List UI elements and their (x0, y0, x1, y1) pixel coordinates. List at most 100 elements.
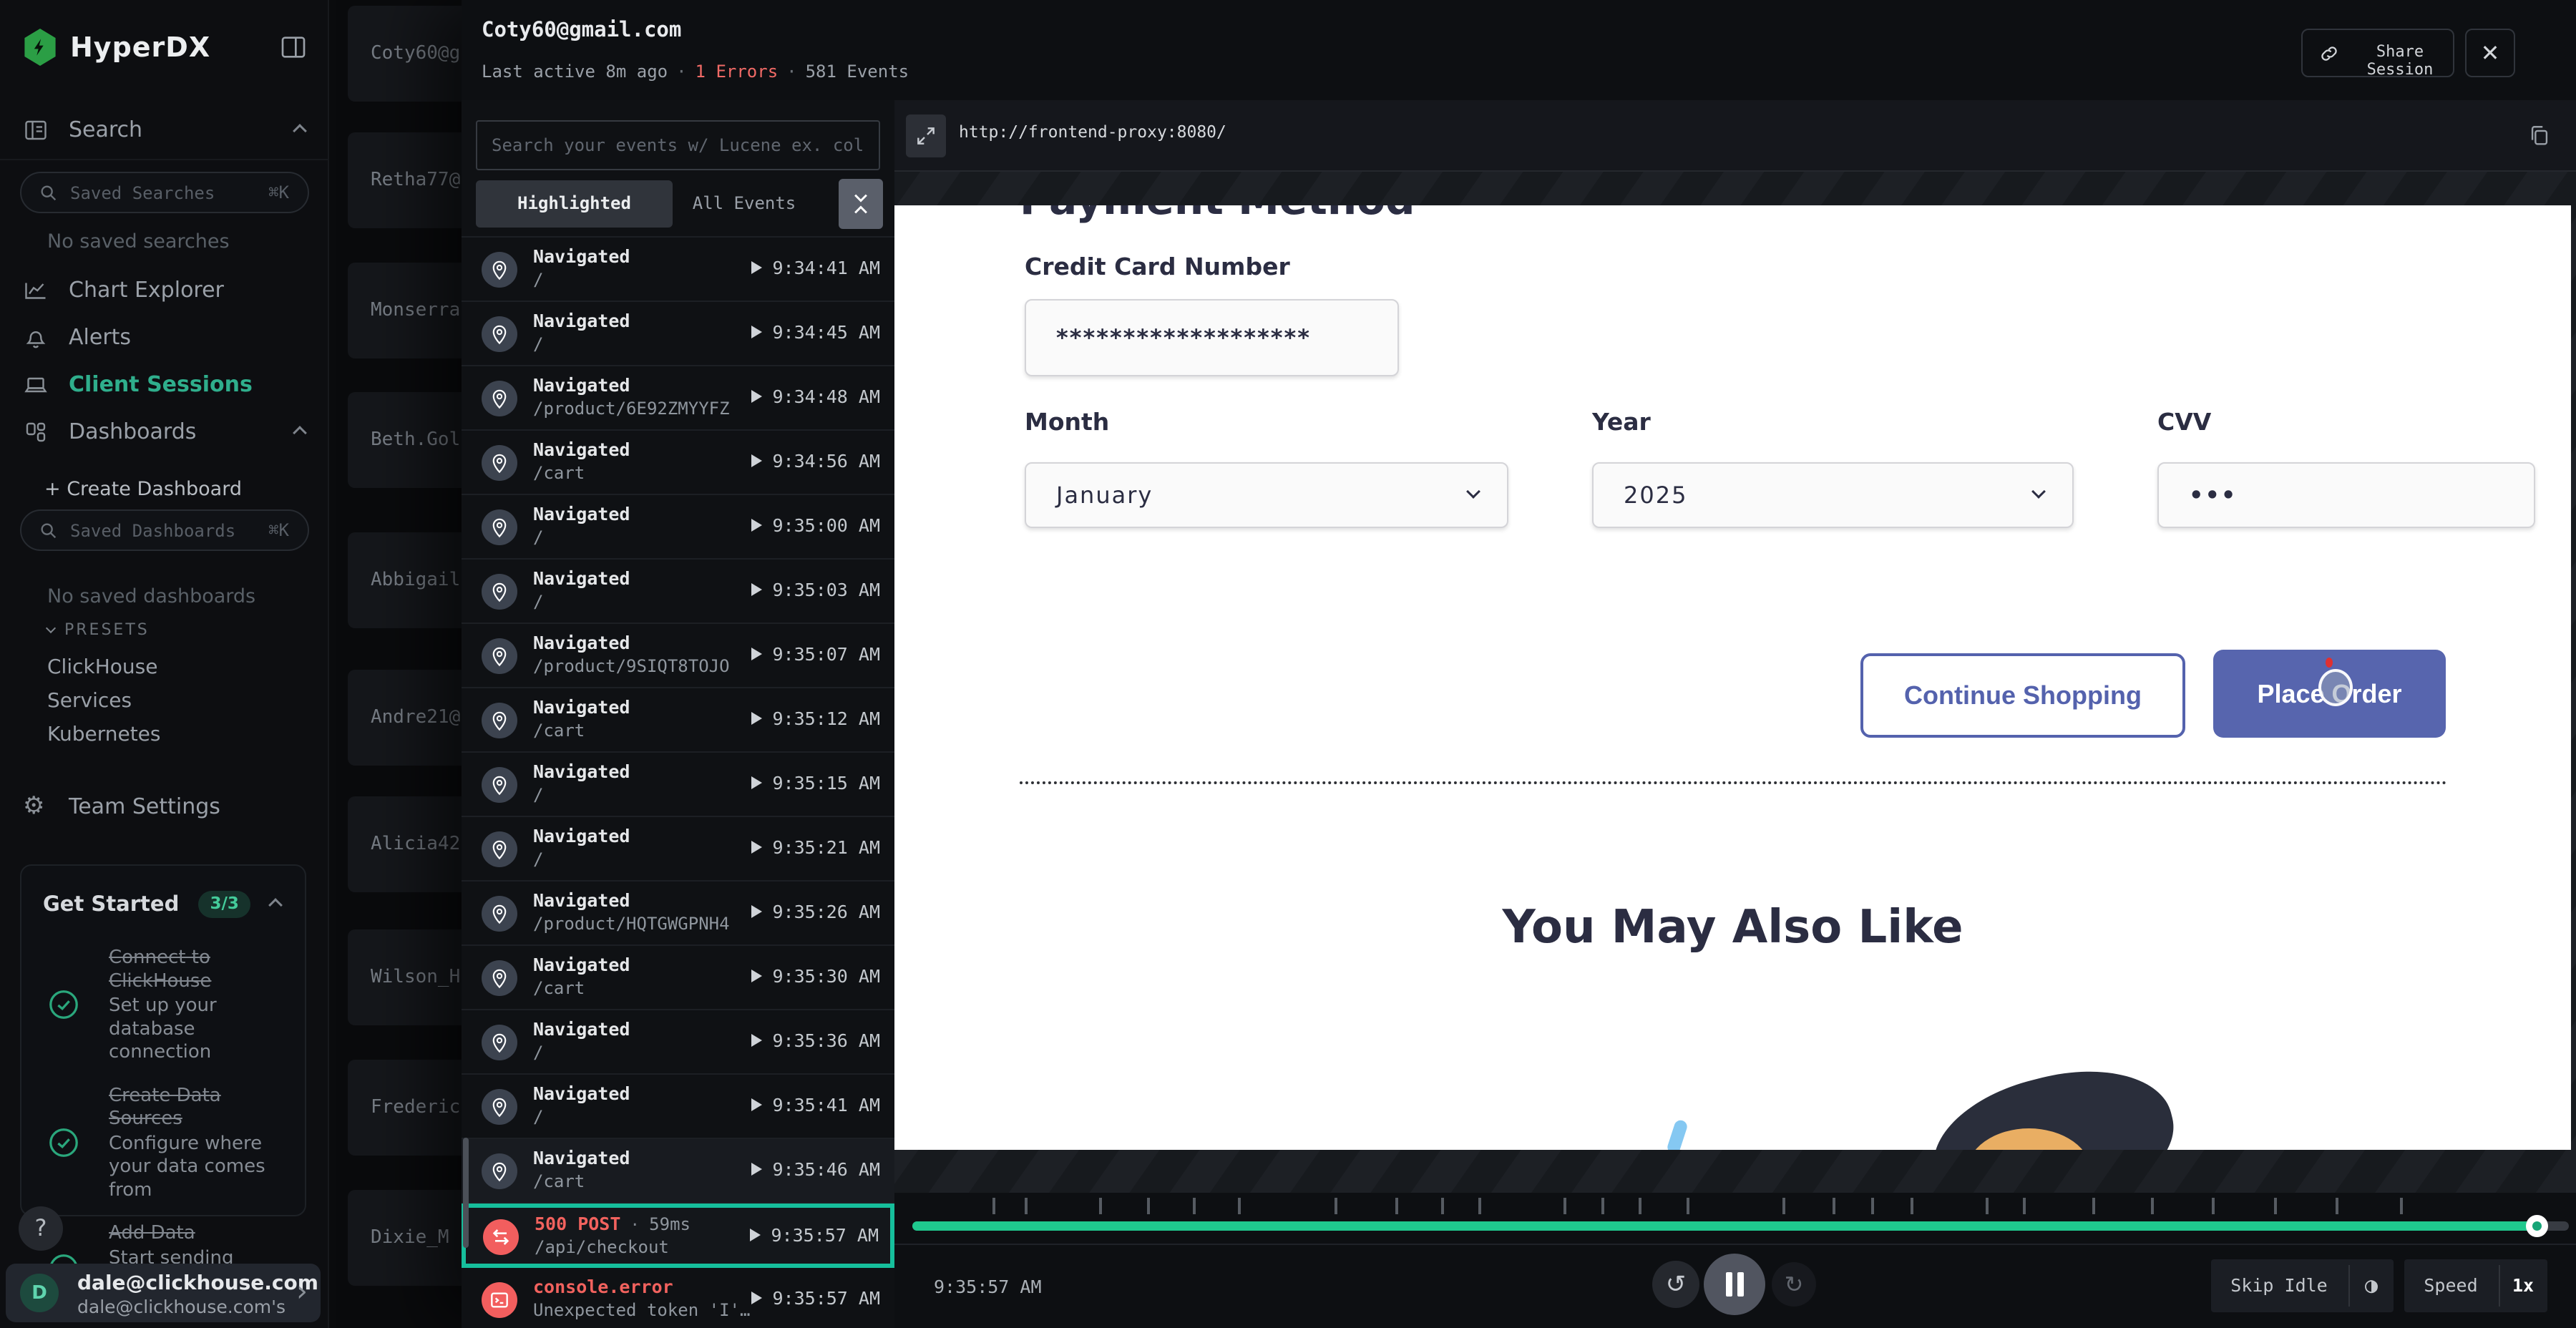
session-list-item[interactable]: Coty60@g (348, 6, 468, 102)
skip-idle-toggle-icon[interactable]: ◑ (2350, 1259, 2393, 1312)
sidebar-item-team-settings[interactable]: ⚙ Team Settings (0, 784, 329, 830)
rewind-button[interactable]: ↺ (1652, 1261, 1699, 1308)
session-list-item[interactable]: Wilson_H (348, 929, 468, 1025)
chevron-up-icon[interactable] (293, 426, 307, 440)
event-timestamp[interactable]: 9:35:12 AM (751, 708, 880, 729)
session-list-item[interactable]: Frederic (348, 1060, 468, 1156)
pause-button[interactable] (1704, 1254, 1765, 1315)
play-icon (751, 390, 762, 403)
event-timestamp[interactable]: 9:35:07 AM (751, 644, 880, 665)
event-row[interactable]: Navigated/9:35:00 AM (462, 495, 894, 560)
event-row-error[interactable]: console.errorUnexpected token 'I'…9:35:5… (462, 1268, 894, 1328)
get-started-step[interactable]: Create Data Sources Configure where your… (43, 1084, 283, 1202)
cvv-input[interactable]: ••• (2157, 462, 2535, 528)
sidebar-item-dashboards[interactable]: Dashboards (0, 409, 329, 455)
event-timestamp[interactable]: 9:35:26 AM (751, 902, 880, 922)
user-menu[interactable]: D dale@clickhouse.com dale@clickhouse.co… (6, 1264, 321, 1322)
event-title: Navigated (533, 633, 730, 653)
event-row[interactable]: Navigated/product/6E92ZMYYFZ9:34:48 AM (462, 366, 894, 431)
event-timestamp[interactable]: 9:35:36 AM (751, 1030, 880, 1051)
event-timestamp[interactable]: 9:34:41 AM (751, 258, 880, 278)
event-row[interactable]: Navigated/product/9SIQT8TOJO9:35:07 AM (462, 624, 894, 688)
year-select[interactable]: 2025 (1592, 462, 2074, 528)
event-row[interactable]: Navigated/cart9:34:56 AM (462, 431, 894, 495)
close-icon[interactable]: ✕ (2465, 29, 2515, 77)
event-row[interactable]: Navigated/9:35:21 AM (462, 817, 894, 882)
event-timestamp[interactable]: 9:35:41 AM (751, 1095, 880, 1115)
event-timestamp[interactable]: 9:35:21 AM (751, 837, 880, 858)
event-row[interactable]: Navigated/9:35:15 AM (462, 753, 894, 817)
tab-all-events[interactable]: All Events (676, 180, 812, 228)
tab-highlighted[interactable]: Highlighted (476, 180, 673, 228)
preset-clickhouse[interactable]: ClickHouse (47, 655, 157, 678)
collapse-rows-button[interactable] (839, 179, 883, 229)
skip-idle-label[interactable]: Skip Idle (2211, 1259, 2347, 1312)
saved-dashboards-input[interactable]: Saved Dashboards ⌘K (20, 509, 309, 551)
event-row[interactable]: Navigated/9:35:03 AM (462, 560, 894, 624)
event-title: Navigated (533, 246, 630, 267)
chevron-up-icon[interactable] (268, 898, 283, 912)
session-email: Beth.Gol (371, 429, 460, 450)
presets-toggle[interactable]: PRESETS (47, 621, 150, 639)
event-row[interactable]: Navigated/cart9:35:46 AM (462, 1139, 894, 1204)
event-duration: 59ms (649, 1214, 691, 1234)
collapse-sidebar-icon[interactable] (279, 33, 308, 62)
session-list-item[interactable]: Alicia42 (348, 796, 468, 892)
fullscreen-icon[interactable] (906, 114, 946, 157)
month-select[interactable]: January (1025, 462, 1508, 528)
forward-button[interactable]: ↻ (1772, 1262, 1816, 1307)
event-timestamp[interactable]: 9:35:03 AM (751, 580, 880, 600)
sidebar-item-client-sessions[interactable]: Client Sessions (0, 362, 329, 408)
event-timestamp[interactable]: 9:35:30 AM (751, 966, 880, 987)
sidebar-item-search[interactable]: Search (0, 107, 329, 153)
share-session-button[interactable]: Share Session (2301, 29, 2454, 77)
event-timestamp[interactable]: 9:34:48 AM (751, 386, 880, 407)
preset-services[interactable]: Services (47, 688, 132, 712)
sidebar-item-chart-explorer[interactable]: Chart Explorer (0, 268, 329, 313)
session-list-item[interactable]: Beth.Gol (348, 392, 468, 488)
event-row-error[interactable]: 500 POST · 59ms/api/checkout9:35:57 AM (462, 1204, 894, 1268)
create-dashboard-button[interactable]: + Create Dashboard (44, 478, 242, 500)
events-search-input[interactable] (476, 120, 880, 170)
event-row[interactable]: Navigated/9:34:45 AM (462, 302, 894, 366)
preset-kubernetes[interactable]: Kubernetes (47, 722, 161, 746)
copy-icon[interactable] (2522, 116, 2557, 156)
saved-searches-input[interactable]: Saved Searches ⌘K (20, 172, 309, 213)
timeline-tick (1238, 1198, 1241, 1214)
speed-label[interactable]: Speed (2404, 1259, 2497, 1312)
pin-icon-badge (482, 1089, 517, 1125)
logo[interactable]: HyperDX (0, 21, 329, 72)
session-list-item[interactable]: Retha77@ (348, 132, 468, 228)
event-timestamp[interactable]: 9:34:45 AM (751, 322, 880, 343)
event-row[interactable]: Navigated/9:34:41 AM (462, 238, 894, 302)
event-timestamp[interactable]: 9:34:56 AM (751, 451, 880, 472)
session-title: Coty60@gmail.com (482, 17, 681, 42)
event-row[interactable]: Navigated/cart9:35:30 AM (462, 946, 894, 1010)
get-started-step[interactable]: Connect to ClickHouse Set up your databa… (43, 946, 283, 1064)
help-button[interactable]: ? (19, 1206, 63, 1251)
timeline-handle[interactable] (2526, 1215, 2548, 1237)
event-timestamp[interactable]: 9:35:57 AM (751, 1288, 880, 1309)
session-list-item[interactable]: Monserra (348, 263, 468, 358)
event-path: /cart (533, 721, 630, 741)
event-timestamp[interactable]: 9:35:46 AM (751, 1159, 880, 1180)
speed-value[interactable]: 1x (2500, 1259, 2546, 1312)
sidebar-item-alerts[interactable]: Alerts (0, 315, 329, 361)
session-list-item[interactable]: Andre21@ (348, 670, 468, 766)
session-list-item[interactable]: Dixie_M (348, 1190, 468, 1286)
event-row[interactable]: Navigated/cart9:35:12 AM (462, 688, 894, 753)
event-timestamp[interactable]: 9:35:57 AM (750, 1225, 879, 1246)
event-row[interactable]: Navigated/product/HQTGWGPNH49:35:26 AM (462, 882, 894, 946)
event-timestamp[interactable]: 9:35:00 AM (751, 515, 880, 536)
timeline-tick (1193, 1198, 1196, 1214)
timeline-track[interactable] (912, 1221, 2569, 1231)
event-row[interactable]: Navigated/9:35:41 AM (462, 1075, 894, 1139)
scrollbar-thumb[interactable] (463, 1138, 469, 1248)
play-icon (751, 326, 762, 338)
event-row[interactable]: Navigated/9:35:36 AM (462, 1010, 894, 1075)
continue-shopping-button[interactable]: Continue Shopping (1860, 653, 2185, 738)
cc-number-input[interactable]: ******************* (1025, 299, 1399, 376)
session-list-item[interactable]: Abbigail (348, 532, 468, 628)
chevron-up-icon[interactable] (293, 124, 307, 138)
event-timestamp[interactable]: 9:35:15 AM (751, 773, 880, 794)
